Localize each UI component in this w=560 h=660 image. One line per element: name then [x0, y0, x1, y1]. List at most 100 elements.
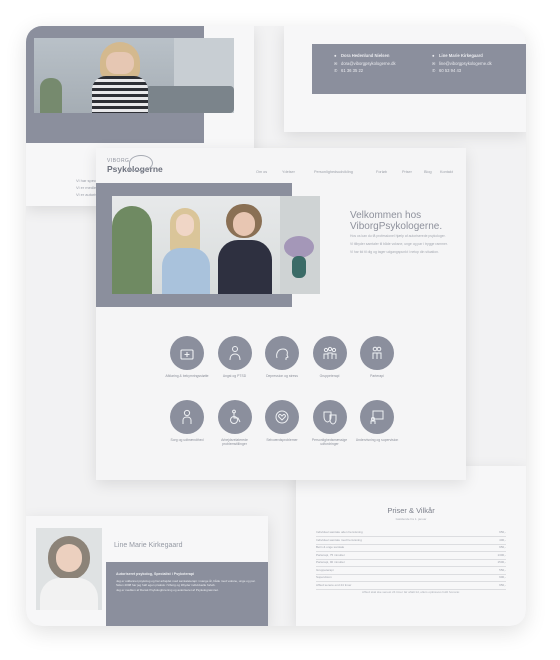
nav-item[interactable]: Blog	[424, 170, 432, 174]
intro-text: Hos os kan du få professionel hjælp af a…	[350, 234, 454, 255]
contact-name: Line Marie Kirkegaard	[439, 53, 483, 58]
contact-email[interactable]: line@viborgpsykologerne.dk	[439, 61, 492, 66]
contact-right: ● Line Marie Kirkegaard ✉ line@viborgpsyko…	[432, 52, 492, 75]
price-label: Børn & unge samtale	[316, 545, 345, 549]
screenshot-collage: Vi har specialister i psykiatri. Vi er m…	[26, 26, 526, 626]
service-item[interactable]: Arbejdsrelaterede problemstillinger	[212, 400, 258, 446]
service-item[interactable]: Angst og PTSD	[212, 336, 258, 378]
contact-phone[interactable]: 60 53 94 43	[439, 68, 461, 73]
price-value: 1300,-	[497, 552, 506, 557]
welcome-line: ViborgPsykologerne.	[350, 221, 443, 232]
person-icon[interactable]	[217, 336, 252, 370]
price-label: Supervision	[316, 575, 332, 579]
service-label: Parterapi	[370, 374, 384, 378]
contact-phone[interactable]: 61 36 35 22	[341, 68, 363, 73]
price-value: 950,-	[499, 582, 506, 587]
service-item[interactable]: Sorg og udbrændthed	[164, 400, 210, 442]
psychologists-photo	[112, 196, 320, 294]
contact-band: ● Dora Hedenlund Nielsen ✉ dora@viborgpsyk…	[312, 44, 526, 94]
card-prices: Priser & Vilkår Gældende fra 1. januar I…	[296, 466, 526, 626]
nav-item[interactable]: Personlighedsudvikling	[314, 170, 353, 174]
profile-name: Line Marie Kirkegaard	[114, 542, 183, 549]
price-label: Parterapi, 75 minutter	[316, 552, 345, 557]
service-label: Depression og stress	[266, 374, 298, 378]
price-label: Individuel samtale med henvisning	[316, 537, 362, 542]
intro-line: Vi har tid til dig og tager udgangspunkt…	[350, 250, 439, 254]
price-row: Individuel samtale med henvisning 400,-	[316, 538, 506, 545]
contact-name: Dora Hedenlund Nielsen	[341, 53, 390, 58]
price-row: Børn & unge samtale 950,-	[316, 545, 506, 552]
service-item[interactable]: Parterapi	[354, 336, 400, 378]
card-profile: Line Marie Kirkegaard Autoriseret psykol…	[26, 516, 268, 626]
price-label: Gruppeterapi	[316, 567, 334, 572]
price-value: 900,-	[499, 575, 506, 579]
nav-item[interactable]: Ydelser	[282, 170, 295, 174]
intro-line: Vi tilbyder samtaler til både voksne, un…	[350, 242, 448, 246]
price-value: 550,-	[499, 567, 506, 572]
wheelchair-icon[interactable]	[217, 400, 252, 434]
price-value: 950,-	[499, 545, 506, 549]
contact-left: ● Dora Hedenlund Nielsen ✉ dora@viborgpsyk…	[334, 52, 396, 75]
couple-icon[interactable]	[360, 336, 394, 370]
mail-icon: ✉	[432, 60, 436, 66]
person-icon: ●	[432, 53, 435, 58]
woman-covering-face-photo	[34, 38, 234, 113]
profile-photo	[36, 528, 102, 610]
contact-email[interactable]: dora@viborgpsykologerne.dk	[341, 61, 396, 66]
price-label: Afbud senere end 24 timer	[316, 582, 352, 587]
head-brain-icon[interactable]	[265, 336, 299, 370]
prices-footer: Afbud skal ske senest 24 timer før aftal…	[362, 590, 460, 594]
profile-paragraph: Jeg er medlem af Dansk Psykologforening …	[116, 587, 219, 592]
service-item[interactable]: Gruppeterapi	[307, 336, 353, 378]
service-label: Gruppeterapi	[319, 374, 340, 378]
service-label: Afklaring & bekymringsstøtte	[165, 374, 209, 378]
price-row: Parterapi, 90 minutter 1500,-	[316, 560, 506, 567]
prices-subtitle: Gældende fra 1. januar	[395, 517, 427, 521]
price-row: Afbud senere end 24 timer 950,-	[316, 583, 506, 590]
service-label: Angst og PTSD	[222, 374, 247, 378]
price-row: Supervision 900,-	[316, 575, 506, 582]
card-homepage: VIBORG Psykologerne Om os Ydelser Person…	[96, 148, 466, 480]
price-value: 950,-	[499, 530, 506, 534]
service-item[interactable]: Personlighedsmæssige udfordringer	[307, 400, 353, 446]
card-contacts: ● Dora Hedenlund Nielsen ✉ dora@viborgpsyk…	[284, 26, 526, 132]
phone-icon: ✆	[334, 68, 338, 73]
person-thinking-icon[interactable]	[170, 400, 204, 434]
service-label: Selvværdsproblemer	[266, 438, 298, 442]
masks-icon[interactable]	[312, 400, 347, 434]
mail-icon: ✉	[334, 60, 338, 66]
welcome-heading: Velkommen hos ViborgPsykologerne.	[350, 210, 442, 232]
price-value: 400,-	[499, 537, 506, 542]
price-label: Individuel samtale uden henvisning	[316, 530, 363, 534]
price-label: Parterapi, 90 minutter	[316, 560, 345, 564]
service-label: Personlighedsmæssige udfordringer	[311, 438, 348, 447]
board-icon[interactable]	[360, 400, 394, 434]
profile-text: Autoriseret psykolog, Specialist i Psyko…	[116, 572, 262, 592]
service-item[interactable]: Undervisning og supervision	[354, 400, 400, 442]
prices-title: Priser & Vilkår	[387, 506, 435, 515]
price-row: Parterapi, 75 minutter 1300,-	[316, 553, 506, 560]
price-row: Gruppeterapi 550,-	[316, 568, 506, 575]
leaf-logo-icon	[129, 155, 153, 171]
nav-item[interactable]: Om os	[256, 170, 267, 174]
price-row: Individuel samtale uden henvisning 950,-	[316, 530, 506, 537]
service-item[interactable]: Depression og stress	[259, 336, 305, 378]
nav-item[interactable]: Priser	[402, 170, 412, 174]
welcome-line: Velkommen hos	[350, 210, 422, 221]
intro-line: Hos os kan du få professionel hjælp af a…	[350, 234, 446, 238]
person-icon: ●	[334, 53, 337, 58]
service-item[interactable]: Selvværdsproblemer	[259, 400, 305, 442]
service-item[interactable]: Afklaring & bekymringsstøtte	[164, 336, 210, 378]
phone-icon: ✆	[432, 68, 436, 73]
nav-item[interactable]: Forløb	[376, 170, 387, 174]
service-label: Sorg og udbrændthed	[170, 438, 204, 442]
heart-head-icon[interactable]	[265, 400, 299, 434]
profile-heading: Autoriseret psykolog, Specialist i Psyko…	[116, 572, 195, 576]
medical-case-icon[interactable]	[170, 336, 204, 370]
group-icon[interactable]	[312, 336, 347, 370]
price-value: 1500,-	[497, 560, 506, 564]
nav-item[interactable]: Kontakt	[440, 170, 453, 174]
site-logo[interactable]: VIBORG Psykologerne	[107, 155, 163, 174]
service-label: Arbejdsrelaterede problemstillinger	[221, 438, 248, 447]
service-label: Undervisning og supervision	[355, 438, 399, 442]
